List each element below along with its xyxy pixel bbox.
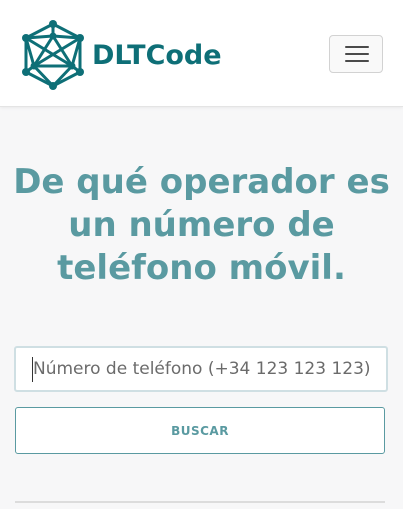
network-sphere-icon — [22, 20, 84, 90]
search-button[interactable]: BUSCAR — [15, 407, 385, 454]
navbar: DLTCode — [0, 0, 403, 107]
navbar-toggle-button[interactable] — [329, 35, 383, 73]
brand-link[interactable]: DLTCode — [20, 20, 222, 90]
section-divider — [15, 501, 385, 503]
brand-name: DLTCode — [92, 39, 222, 71]
phone-number-input[interactable] — [14, 346, 388, 392]
text-caret — [32, 357, 33, 382]
page-title: De qué operador es un número de teléfono… — [13, 162, 390, 288]
page: DLTCode De qué operador es un número de … — [0, 0, 403, 509]
